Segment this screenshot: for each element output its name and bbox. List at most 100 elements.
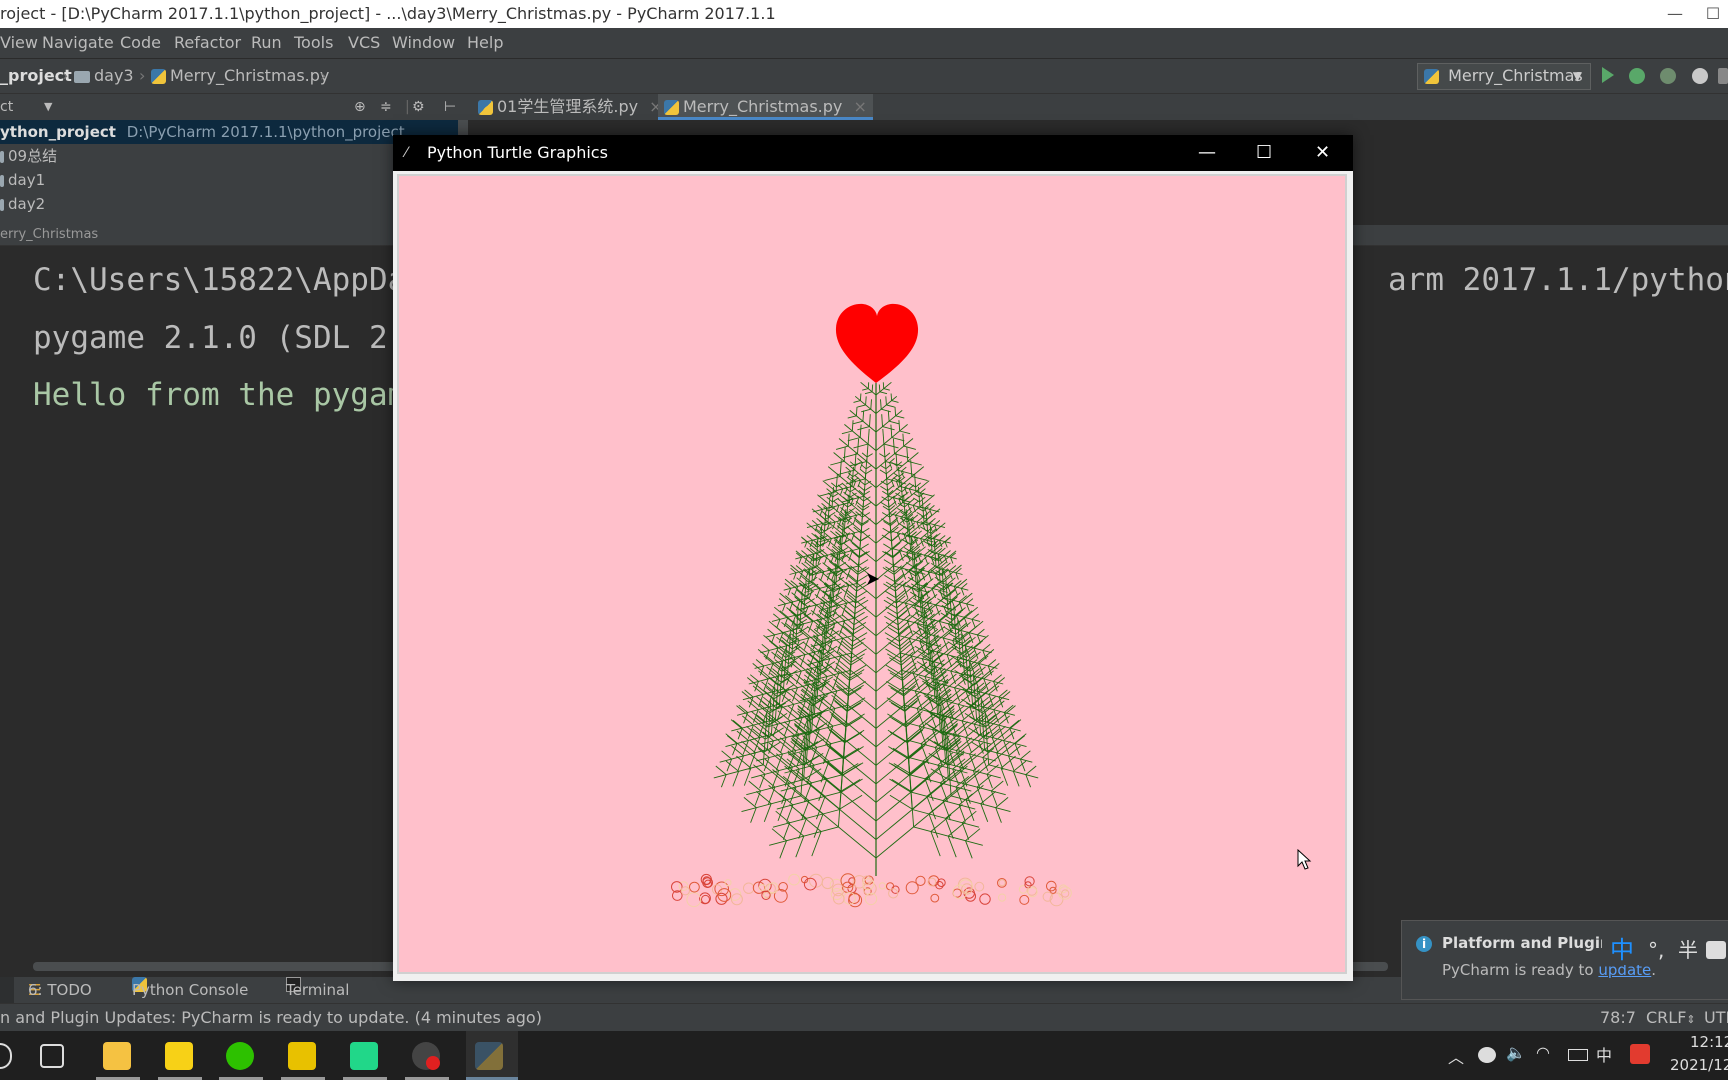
locate-icon[interactable]: ⊕: [354, 94, 366, 120]
update-notification[interactable]: i Platform and Plugin U PyCharm is ready…: [1401, 920, 1728, 1000]
battery-icon[interactable]: [1568, 1049, 1588, 1061]
close-tab-icon[interactable]: ×: [853, 97, 866, 116]
turtle-canvas[interactable]: [397, 174, 1347, 974]
tree-branch: [933, 532, 941, 540]
tree-branch: [800, 604, 811, 612]
minimize-button[interactable]: —: [1198, 135, 1216, 171]
tree-branch: [885, 464, 892, 470]
wechat-icon[interactable]: [226, 1042, 254, 1070]
tree-branch: [964, 636, 976, 647]
debug-icon[interactable]: [1629, 68, 1645, 84]
clock-date[interactable]: 2021/12: [1670, 1056, 1728, 1074]
menu-view[interactable]: View: [0, 28, 38, 58]
menu-window[interactable]: Window: [392, 28, 455, 58]
folder-icon: [0, 198, 4, 211]
hide-panel-icon[interactable]: ⊢: [444, 94, 456, 120]
wifi-icon[interactable]: ◠: [1536, 1043, 1550, 1062]
tree-branch: [855, 596, 866, 604]
tree-branch: [859, 393, 862, 401]
tab-merry-christmas[interactable]: Merry_Christmas.py ×: [658, 94, 873, 120]
tree-branch: [965, 726, 979, 738]
task-view-icon[interactable]: [40, 1044, 64, 1068]
menu-run[interactable]: Run: [251, 28, 282, 58]
ime-toolbar[interactable]: 中 °, 半: [1602, 935, 1728, 965]
tree-branch: [962, 810, 977, 824]
project-view-selector[interactable]: ct: [0, 94, 13, 120]
recorder-icon[interactable]: [412, 1042, 440, 1070]
tree-branch: [763, 655, 774, 664]
ornament-circle: [915, 875, 926, 887]
ime-punct-icon[interactable]: °,: [1648, 935, 1664, 965]
tree-branch: [857, 404, 866, 408]
tree-item[interactable]: 09总结: [0, 144, 57, 168]
tab-student-system[interactable]: 01学生管理系统.py ×: [478, 94, 663, 120]
run-tab-label[interactable]: erry_Christmas: [0, 227, 98, 242]
tree-branch: [752, 685, 764, 695]
pycharm-icon[interactable]: [350, 1042, 378, 1070]
ornament-circle: [928, 875, 940, 887]
ime-skin-icon[interactable]: [1706, 941, 1726, 959]
sogou-icon[interactable]: [1630, 1044, 1650, 1064]
maximize-button[interactable]: ☐: [1256, 135, 1272, 171]
input-language[interactable]: 中: [1596, 1042, 1612, 1066]
breadcrumb-separator-icon: ›: [139, 66, 146, 85]
turtle-title-bar[interactable]: ⁄ Python Turtle Graphics — ☐ ✕: [393, 135, 1353, 171]
more-icon[interactable]: [1718, 68, 1728, 84]
menu-refactor[interactable]: Refactor: [174, 28, 241, 58]
tree-branch: [832, 497, 839, 503]
tree-branch: [859, 468, 867, 475]
tree-item[interactable]: day1: [0, 168, 45, 192]
close-button[interactable]: ✕: [1315, 135, 1330, 171]
file-explorer-icon[interactable]: [103, 1042, 131, 1070]
ime-width-icon[interactable]: 半: [1678, 935, 1698, 965]
tree-branch: [902, 433, 905, 447]
tray-expand-icon[interactable]: ︿: [1448, 1044, 1464, 1068]
turtle-graphics-window[interactable]: ⁄ Python Turtle Graphics — ☐ ✕: [393, 135, 1353, 981]
maximize-button[interactable]: ☐: [1698, 0, 1728, 28]
menu-vcs[interactable]: VCS: [348, 28, 380, 58]
tree-item[interactable]: day2: [0, 192, 45, 216]
tree-branch: [821, 775, 842, 793]
profile-icon[interactable]: [1692, 68, 1708, 84]
breadcrumb-file[interactable]: Merry_Christmas.py: [151, 59, 329, 93]
tree-branch: [811, 520, 818, 526]
minimize-button[interactable]: —: [1660, 0, 1690, 28]
tree-branch: [822, 562, 832, 571]
tree-branch: [743, 797, 757, 808]
run-tool-tab[interactable]: [0, 977, 14, 1003]
menu-tools[interactable]: Tools: [294, 28, 333, 58]
volume-icon[interactable]: 🔈: [1506, 1043, 1526, 1062]
tree-branch: [906, 446, 909, 462]
tree-branch: [861, 408, 871, 413]
tree-branch: [750, 807, 757, 823]
tree-branch: [881, 414, 883, 427]
tree-branch: [961, 583, 968, 589]
run-icon[interactable]: [1602, 67, 1614, 83]
line-separator[interactable]: CRLF⇕: [1646, 1004, 1696, 1034]
file-encoding[interactable]: UTF: [1704, 1004, 1728, 1032]
collapse-all-icon[interactable]: ≑: [380, 94, 392, 120]
folder-icon: [74, 70, 90, 83]
breadcrumb-separator-icon: ›: [62, 66, 69, 85]
status-message[interactable]: n and Plugin Updates: PyCharm is ready t…: [0, 1004, 542, 1032]
gear-icon[interactable]: ⚙: [412, 94, 425, 120]
caret-position[interactable]: 78:7: [1600, 1004, 1636, 1032]
chevron-down-icon[interactable]: ▼: [44, 94, 52, 120]
tree-branch: [890, 424, 893, 438]
ornament-circle: [831, 883, 845, 897]
tray-wechat-icon[interactable]: [1478, 1047, 1496, 1063]
tree-branch: [793, 572, 797, 580]
menu-navigate[interactable]: Navigate: [42, 28, 114, 58]
search-icon[interactable]: [0, 1043, 12, 1069]
run-configuration-select[interactable]: Merry_Christmas ▼: [1417, 63, 1591, 90]
tree-branch: [908, 638, 916, 654]
coverage-icon[interactable]: [1660, 68, 1676, 84]
menu-help[interactable]: Help: [467, 28, 503, 58]
sticky-notes-icon[interactable]: [165, 1042, 193, 1070]
clock-time[interactable]: 12:12: [1690, 1033, 1728, 1051]
ime-mode-icon[interactable]: 中: [1610, 935, 1634, 965]
tree-branch: [828, 512, 836, 517]
pdf-icon[interactable]: [288, 1042, 316, 1070]
menu-code[interactable]: Code: [120, 28, 161, 58]
breadcrumb-folder[interactable]: day3: [74, 59, 134, 93]
